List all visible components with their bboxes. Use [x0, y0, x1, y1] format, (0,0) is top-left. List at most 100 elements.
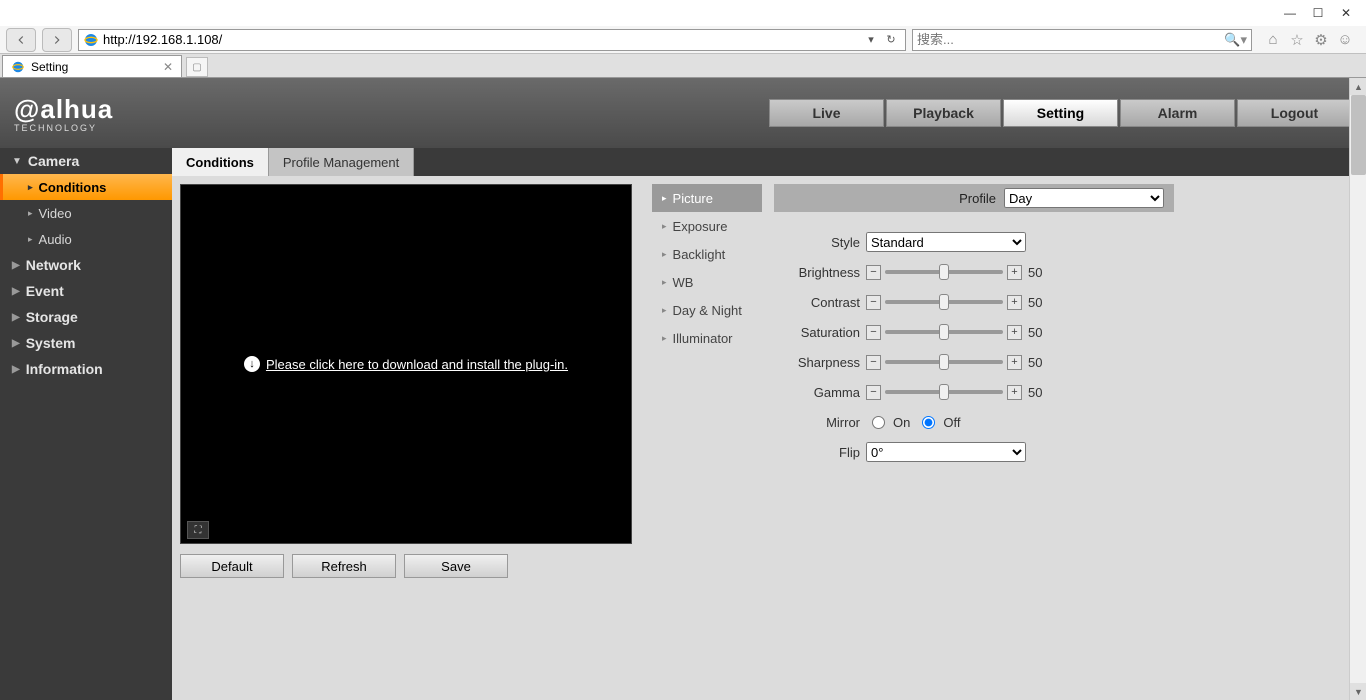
mirror-off-label: Off: [943, 415, 960, 430]
close-window-button[interactable]: ✕: [1334, 3, 1358, 23]
triangle-right-icon: ▸: [662, 305, 667, 316]
ie-icon: [83, 32, 99, 48]
url-input[interactable]: [103, 32, 861, 47]
saturation-plus-button[interactable]: +: [1007, 325, 1022, 340]
vertical-scrollbar[interactable]: ▲ ▼: [1349, 78, 1366, 700]
home-icon[interactable]: ⌂: [1264, 31, 1282, 49]
brightness-slider[interactable]: [885, 270, 1003, 274]
caret-icon: ▶: [12, 260, 20, 271]
address-bar[interactable]: ▾ ↻: [78, 29, 906, 51]
back-button[interactable]: [6, 28, 36, 52]
saturation-slider[interactable]: [885, 330, 1003, 334]
sidebar-cat-event[interactable]: ▶Event: [0, 278, 172, 304]
tab-title: Setting: [31, 60, 68, 74]
browser-tab[interactable]: Setting ✕: [2, 55, 182, 77]
sharpness-value: 50: [1028, 355, 1052, 370]
saturation-minus-button[interactable]: −: [866, 325, 881, 340]
caret-icon: ▶: [12, 286, 20, 297]
minimize-button[interactable]: —: [1278, 3, 1302, 23]
search-input[interactable]: [917, 32, 1224, 47]
sidebar: ▼Camera▸Conditions▸Video▸Audio▶Network▶E…: [0, 148, 172, 700]
flip-label: Flip: [774, 445, 866, 460]
addr-dropdown-icon[interactable]: ▾: [861, 33, 881, 46]
gamma-minus-button[interactable]: −: [866, 385, 881, 400]
subtab-conditions[interactable]: Conditions: [172, 148, 269, 176]
sidebar-item-audio[interactable]: ▸Audio: [0, 226, 172, 252]
saturation-slider-thumb[interactable]: [939, 324, 949, 340]
smiley-icon[interactable]: ☺: [1336, 31, 1354, 49]
chevron-right-icon: ▸: [28, 208, 33, 219]
gear-icon[interactable]: ⚙: [1312, 31, 1330, 49]
sharpness-slider[interactable]: [885, 360, 1003, 364]
default-button[interactable]: Default: [180, 554, 284, 578]
gamma-slider[interactable]: [885, 390, 1003, 394]
topnav-playback[interactable]: Playback: [886, 99, 1001, 127]
fullscreen-icon[interactable]: ⛶: [187, 521, 209, 539]
submenu-backlight[interactable]: ▸Backlight: [652, 240, 762, 268]
logo: @alhua TECHNOLOGY: [14, 94, 113, 133]
sidebar-item-video[interactable]: ▸Video: [0, 200, 172, 226]
brightness-slider-thumb[interactable]: [939, 264, 949, 280]
contrast-plus-button[interactable]: +: [1007, 295, 1022, 310]
subtab-profile-management[interactable]: Profile Management: [269, 148, 414, 176]
gamma-plus-button[interactable]: +: [1007, 385, 1022, 400]
scroll-thumb[interactable]: [1351, 95, 1366, 175]
plugin-download-link[interactable]: ↓ Please click here to download and inst…: [244, 356, 568, 372]
scroll-up-icon[interactable]: ▲: [1350, 78, 1366, 95]
mirror-radio-group: On Off: [866, 415, 960, 430]
submenu-picture[interactable]: ▸Picture: [652, 184, 762, 212]
saturation-label: Saturation: [774, 325, 866, 340]
profile-row: Profile Day: [774, 184, 1174, 212]
new-tab-button[interactable]: ▢: [186, 57, 208, 77]
refresh-icon[interactable]: ↻: [881, 33, 901, 46]
brightness-minus-button[interactable]: −: [866, 265, 881, 280]
submenu-illuminator[interactable]: ▸Illuminator: [652, 324, 762, 352]
scroll-down-icon[interactable]: ▼: [1350, 683, 1366, 700]
submenu-exposure[interactable]: ▸Exposure: [652, 212, 762, 240]
subtab-bar: ConditionsProfile Management: [172, 148, 1366, 176]
search-bar[interactable]: 🔍▾: [912, 29, 1252, 51]
gamma-slider-thumb[interactable]: [939, 384, 949, 400]
profile-label: Profile: [959, 191, 996, 206]
contrast-minus-button[interactable]: −: [866, 295, 881, 310]
contrast-slider[interactable]: [885, 300, 1003, 304]
search-icon[interactable]: 🔍▾: [1224, 32, 1247, 48]
save-button[interactable]: Save: [404, 554, 508, 578]
sidebar-cat-system[interactable]: ▶System: [0, 330, 172, 356]
profile-select[interactable]: Day: [1004, 188, 1164, 208]
mirror-off-radio[interactable]: [922, 416, 935, 429]
contrast-value: 50: [1028, 295, 1052, 310]
sharpness-label: Sharpness: [774, 355, 866, 370]
mirror-on-radio[interactable]: [872, 416, 885, 429]
submenu-day-night[interactable]: ▸Day & Night: [652, 296, 762, 324]
topnav-live[interactable]: Live: [769, 99, 884, 127]
ie-icon: [11, 60, 25, 74]
topnav-logout[interactable]: Logout: [1237, 99, 1352, 127]
style-select[interactable]: Standard: [866, 232, 1026, 252]
sharpness-minus-button[interactable]: −: [866, 355, 881, 370]
triangle-right-icon: ▸: [662, 277, 667, 288]
sidebar-cat-camera[interactable]: ▼Camera: [0, 148, 172, 174]
topnav-alarm[interactable]: Alarm: [1120, 99, 1235, 127]
sidebar-cat-storage[interactable]: ▶Storage: [0, 304, 172, 330]
chevron-right-icon: ▸: [28, 182, 33, 193]
topnav-setting[interactable]: Setting: [1003, 99, 1118, 127]
maximize-button[interactable]: ☐: [1306, 3, 1330, 23]
sharpness-plus-button[interactable]: +: [1007, 355, 1022, 370]
tab-close-icon[interactable]: ✕: [163, 60, 173, 74]
contrast-slider-thumb[interactable]: [939, 294, 949, 310]
mirror-label: Mirror: [774, 415, 866, 430]
sidebar-item-conditions[interactable]: ▸Conditions: [0, 174, 172, 200]
flip-select[interactable]: 0°: [866, 442, 1026, 462]
refresh-button[interactable]: Refresh: [292, 554, 396, 578]
sharpness-slider-thumb[interactable]: [939, 354, 949, 370]
sidebar-cat-network[interactable]: ▶Network: [0, 252, 172, 278]
brightness-plus-button[interactable]: +: [1007, 265, 1022, 280]
gamma-value: 50: [1028, 385, 1052, 400]
sidebar-cat-information[interactable]: ▶Information: [0, 356, 172, 382]
mirror-on-label: On: [893, 415, 910, 430]
favorites-icon[interactable]: ☆: [1288, 31, 1306, 49]
triangle-right-icon: ▸: [662, 221, 667, 232]
submenu-wb[interactable]: ▸WB: [652, 268, 762, 296]
forward-button[interactable]: [42, 28, 72, 52]
